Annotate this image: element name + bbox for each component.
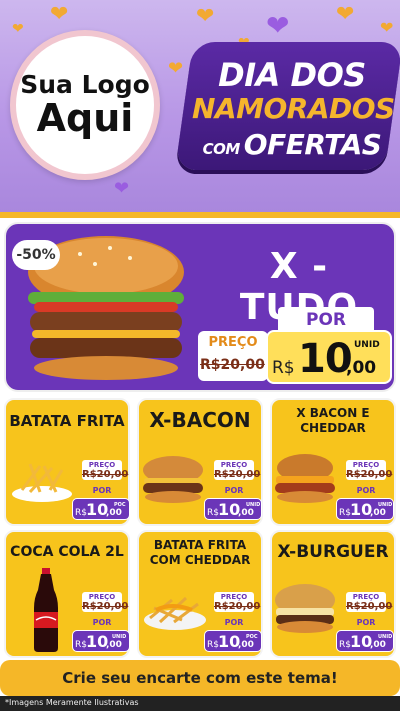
featured-price-unit: UNID — [354, 340, 380, 350]
por-label: POR — [356, 486, 376, 495]
product-title: BATATA FRITA COM CHEDDAR — [149, 538, 251, 567]
featured-price-integer: 10 — [298, 336, 353, 382]
price-integer: 10 — [218, 500, 241, 519]
por-label: POR — [356, 618, 376, 627]
heart-icon: ❤ — [114, 178, 130, 199]
price-decimal: ,00 — [106, 508, 122, 518]
product-title: COCA COLA 2L — [10, 544, 124, 560]
burger-image — [143, 456, 203, 503]
heart-icon: ❤ — [12, 21, 24, 37]
promo-title-line1: DIA DOS — [218, 56, 366, 94]
preco-label: PREÇO — [220, 593, 248, 601]
promo-title-line3: COM OFERTAS — [192, 128, 392, 161]
preco-label: PREÇO — [88, 461, 116, 469]
promo-title-com: COM — [202, 140, 241, 158]
old-price: R$20,00 — [82, 601, 129, 612]
preco-label: PREÇO — [352, 461, 380, 469]
preco-label: PREÇO — [352, 593, 380, 601]
logo-text-line2: Aqui — [36, 95, 134, 140]
por-label: POR — [224, 486, 244, 495]
price-decimal: ,00 — [238, 640, 254, 650]
featured-preco-label: PREÇO — [208, 335, 258, 350]
por-label: POR — [92, 486, 112, 495]
price-integer: 10 — [350, 632, 373, 651]
price-integer: 10 — [86, 632, 109, 651]
burger-image — [275, 584, 335, 633]
header-divider — [0, 212, 400, 218]
featured-old-price: R$20,00 — [200, 357, 265, 373]
featured-price-currency: R$ — [272, 358, 295, 378]
price-integer: 10 — [218, 632, 241, 651]
cheddar-fries-image — [144, 596, 206, 630]
price-unit: UNID — [378, 634, 393, 640]
old-price: R$20,00 — [346, 469, 393, 480]
price-unit: UNID — [378, 502, 393, 508]
promo-title-ofertas: OFERTAS — [243, 128, 382, 161]
price-decimal: ,00 — [238, 508, 254, 518]
price-unit: POC — [114, 502, 126, 508]
price-decimal: ,00 — [370, 508, 386, 518]
old-price: R$20,00 — [214, 469, 261, 480]
price-unit: UNID — [246, 502, 261, 508]
heart-icon: ❤ — [266, 9, 290, 42]
burger-image — [275, 454, 335, 503]
product-title: X-BACON — [149, 408, 251, 432]
heart-icon: ❤ — [50, 2, 69, 27]
price-unit: POC — [246, 634, 258, 640]
create-flyer-label: Crie seu encarte com este tema! — [62, 669, 338, 687]
product-title: X BACON E CHEDDAR — [296, 406, 370, 435]
price-unit: UNID — [112, 634, 127, 640]
soda-bottle-image — [34, 568, 58, 652]
product-title: BATATA FRITA — [9, 412, 125, 430]
create-flyer-button[interactable]: Crie seu encarte com este tema! — [0, 660, 400, 696]
discount-badge: -50% — [12, 240, 60, 270]
featured-price-decimal: ,00 — [346, 358, 377, 378]
promo-title-line2: NAMORADOS — [192, 92, 395, 125]
heart-icon: ❤ — [380, 18, 394, 37]
heart-icon: ❤ — [336, 2, 355, 27]
product-title: X-BURGUER — [277, 542, 389, 562]
logo-placeholder: Sua Logo Aqui — [10, 30, 160, 180]
heart-icon: ❤ — [168, 58, 184, 79]
por-label: POR — [92, 618, 112, 627]
old-price: R$20,00 — [214, 601, 261, 612]
footer-bar: *Imagens Meramente Ilustrativas — [0, 696, 400, 711]
por-label: POR — [224, 618, 244, 627]
logo-text-line1: Sua Logo — [20, 70, 150, 100]
price-decimal: ,00 — [106, 640, 122, 650]
heart-icon: ❤ — [196, 4, 215, 29]
old-price: R$20,00 — [82, 469, 129, 480]
price-integer: 10 — [350, 500, 373, 519]
price-decimal: ,00 — [370, 640, 386, 650]
footer-disclaimer: *Imagens Meramente Ilustrativas — [5, 698, 139, 707]
fries-image — [12, 463, 72, 502]
preco-label: PREÇO — [220, 461, 248, 469]
old-price: R$20,00 — [346, 601, 393, 612]
price-integer: 10 — [86, 500, 109, 519]
preco-label: PREÇO — [88, 593, 116, 601]
